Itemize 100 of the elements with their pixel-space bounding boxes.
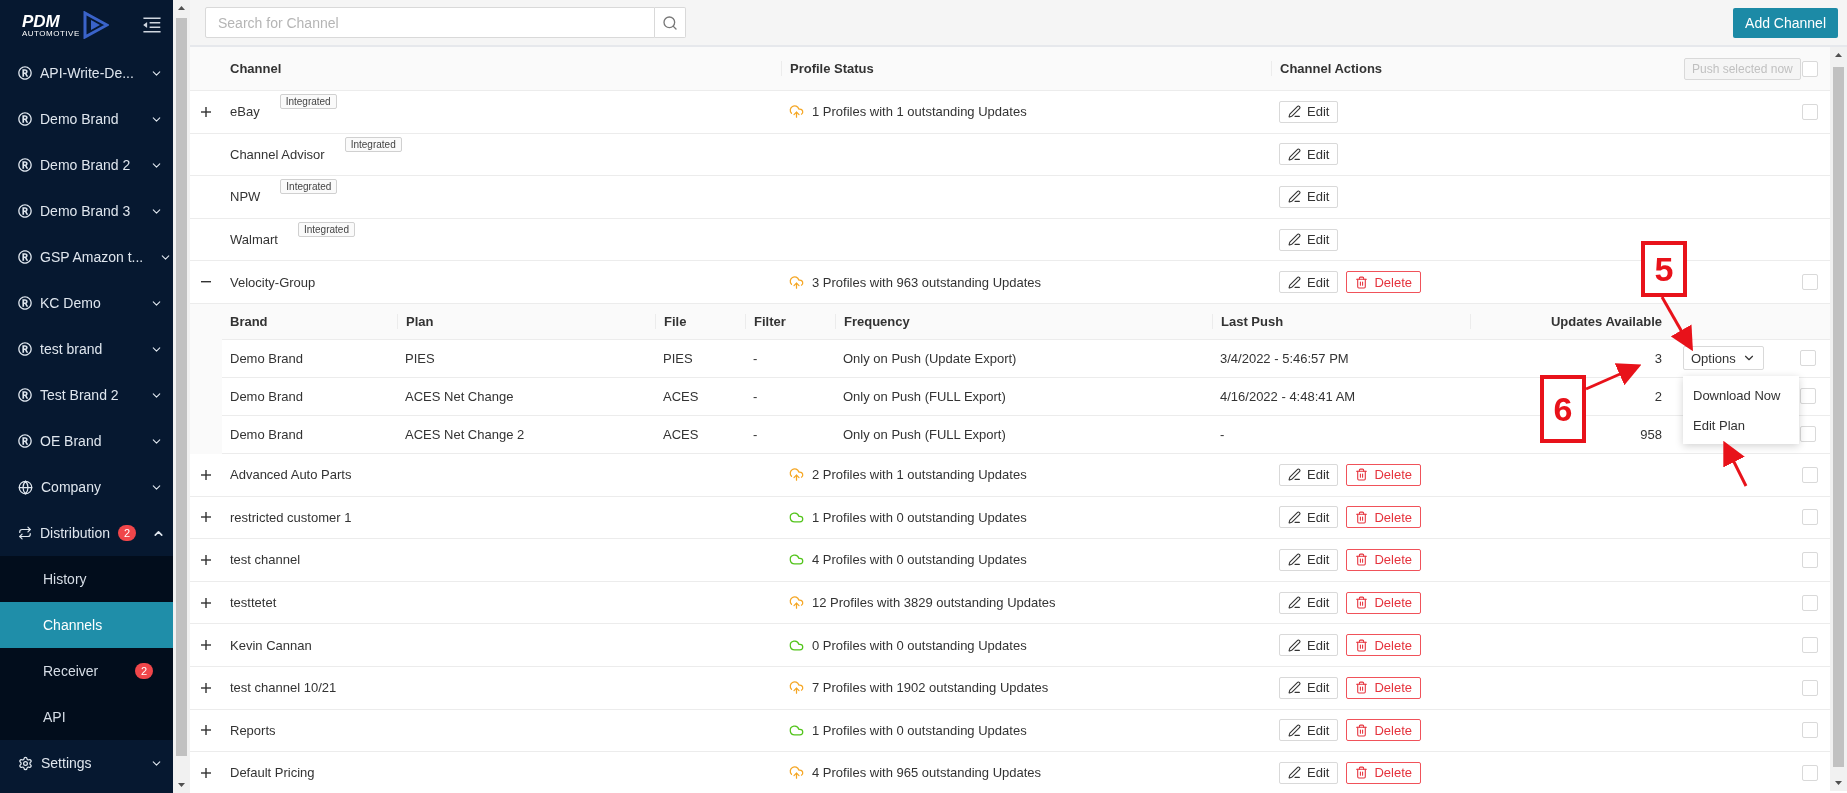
nav-item[interactable]: Test Brand 2: [0, 372, 173, 418]
delete-button[interactable]: Delete: [1346, 591, 1421, 614]
nav-item[interactable]: GSP Amazon t...: [0, 234, 173, 280]
nav-subitem[interactable]: History: [0, 556, 173, 602]
table-cell-text: -: [1219, 426, 1226, 442]
trash-icon: [1355, 723, 1369, 737]
delete-button[interactable]: Delete: [1346, 271, 1421, 294]
edit-button[interactable]: Edit: [1279, 228, 1339, 251]
search-field[interactable]: Search for Channel: [205, 7, 655, 38]
plus-icon: [201, 597, 211, 608]
integrated-tag: Integrated: [280, 179, 338, 195]
search-button[interactable]: [655, 7, 686, 38]
row-checkbox[interactable]: [1802, 551, 1818, 568]
nav-item[interactable]: test brand: [0, 326, 173, 372]
nav-item[interactable]: Company: [0, 464, 173, 510]
table-cell-text: Only on Push (Update Export): [842, 350, 1018, 366]
cloud-upload-icon: [789, 467, 804, 483]
row-checkbox[interactable]: [1800, 426, 1816, 443]
channel-name: Reports: [230, 722, 276, 738]
cloud-icon: [789, 552, 804, 568]
count-badge: 2: [118, 525, 137, 541]
nav-item[interactable]: API-Write-De...: [0, 50, 173, 96]
nav-item[interactable]: Settings: [0, 740, 173, 786]
delete-button[interactable]: Delete: [1346, 463, 1421, 486]
table-cell-text: 3/4/2022 - 5:46:57 PM: [1219, 350, 1350, 366]
scrollbar[interactable]: [1830, 47, 1847, 791]
channel-name: Velocity-Group: [230, 274, 316, 290]
row-checkbox[interactable]: [1802, 637, 1818, 654]
cloud-upload-icon: [789, 274, 804, 290]
edit-button[interactable]: Edit: [1279, 271, 1339, 294]
add-channel-button[interactable]: Add Channel: [1733, 7, 1838, 38]
delete-button[interactable]: Delete: [1346, 634, 1421, 657]
delete-button[interactable]: Delete: [1346, 761, 1421, 784]
row-checkbox[interactable]: [1802, 509, 1818, 526]
table-cell-text: ACES Net Change: [404, 388, 515, 404]
edit-button[interactable]: Edit: [1279, 719, 1339, 742]
profile-status: 0 Profiles with 0 outstanding Updates: [812, 637, 1027, 653]
registered-icon: [18, 204, 32, 218]
delete-button[interactable]: Delete: [1346, 719, 1421, 742]
table-cell-text: 958: [1639, 426, 1663, 442]
options-dropdown[interactable]: Options: [1683, 346, 1764, 371]
edit-button[interactable]: Edit: [1279, 143, 1339, 166]
callout-number: 6: [1540, 375, 1586, 443]
nav-subitem[interactable]: Receiver 2: [0, 648, 173, 694]
profile-status: 12 Profiles with 3829 outstanding Updates: [812, 595, 1056, 611]
nav-item[interactable]: Demo Brand 2: [0, 142, 173, 188]
nav-item[interactable]: Demo Brand 3: [0, 188, 173, 234]
nav-subitem[interactable]: Channels: [0, 602, 173, 648]
row-checkbox[interactable]: [1802, 722, 1818, 739]
nav-subitem[interactable]: API: [0, 694, 173, 740]
edit-button[interactable]: Edit: [1279, 634, 1339, 657]
row-checkbox[interactable]: [1802, 103, 1818, 120]
nav-item[interactable]: KC Demo: [0, 280, 173, 326]
pencil-icon: [1288, 723, 1301, 737]
menu-item[interactable]: Edit Plan: [1683, 410, 1799, 441]
row-checkbox[interactable]: [1802, 466, 1818, 483]
annotation-arrow: [1660, 296, 1693, 352]
plus-icon: [201, 767, 211, 778]
integrated-tag: Integrated: [279, 94, 337, 110]
delete-button[interactable]: Delete: [1346, 548, 1421, 571]
edit-button[interactable]: Edit: [1279, 463, 1339, 486]
cloud-icon: [789, 722, 804, 738]
registered-icon: [18, 388, 32, 402]
edit-button[interactable]: Edit: [1279, 506, 1339, 529]
nav-item[interactable]: OE Brand: [0, 418, 173, 464]
row-checkbox[interactable]: [1802, 679, 1818, 696]
scrollbar[interactable]: [173, 0, 190, 793]
row-checkbox[interactable]: [1802, 274, 1818, 291]
row-checkbox[interactable]: [1802, 60, 1818, 77]
edit-button[interactable]: Edit: [1279, 548, 1339, 571]
pencil-icon: [1288, 105, 1301, 119]
delete-button[interactable]: Delete: [1346, 506, 1421, 529]
row-checkbox[interactable]: [1800, 388, 1816, 405]
cloud-upload-icon: [789, 595, 804, 611]
nav-item[interactable]: Demo Brand: [0, 96, 173, 142]
table-cell-text: Demo Brand: [229, 350, 304, 366]
row-checkbox[interactable]: [1802, 764, 1818, 781]
registered-icon: [18, 112, 32, 126]
pencil-icon: [1288, 275, 1301, 289]
edit-button[interactable]: Edit: [1279, 186, 1339, 208]
table-cell-text: Only on Push (FULL Export): [842, 426, 1007, 442]
callout-number: 5: [1641, 241, 1687, 297]
channel-name: Default Pricing: [230, 765, 315, 781]
menu-item[interactable]: Download Now: [1683, 380, 1799, 411]
profile-status: 1 Profiles with 0 outstanding Updates: [812, 509, 1027, 525]
table-cell-text: Demo Brand: [229, 426, 304, 442]
settings-icon: [18, 755, 33, 771]
plus-icon: [201, 682, 211, 693]
edit-button[interactable]: Edit: [1279, 591, 1339, 614]
row-checkbox[interactable]: [1802, 594, 1818, 611]
globe-icon: [18, 479, 33, 495]
edit-button[interactable]: Edit: [1279, 761, 1339, 784]
menu-fold-icon[interactable]: [141, 14, 163, 36]
pencil-icon: [1288, 510, 1301, 524]
row-checkbox[interactable]: [1800, 350, 1816, 367]
delete-button[interactable]: Delete: [1346, 676, 1421, 699]
search-icon: [662, 14, 678, 31]
edit-button[interactable]: Edit: [1279, 676, 1339, 699]
nav-item[interactable]: Distribution 2: [0, 510, 173, 556]
edit-button[interactable]: Edit: [1279, 100, 1339, 123]
